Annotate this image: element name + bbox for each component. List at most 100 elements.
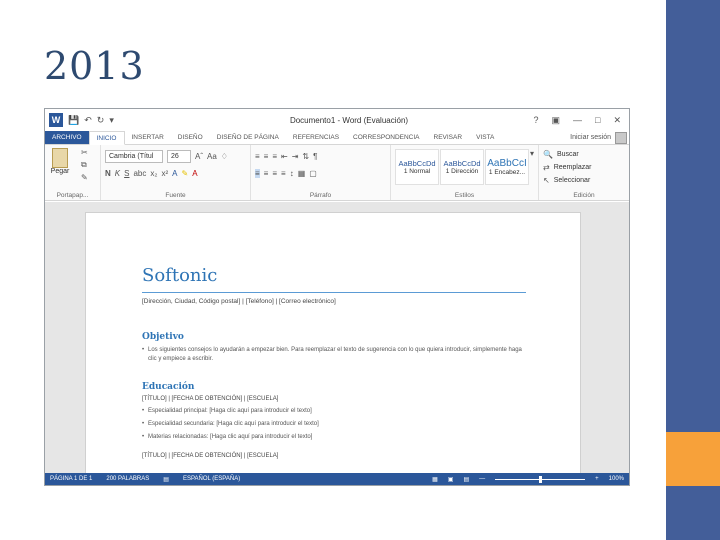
- avatar[interactable]: [615, 131, 627, 144]
- text-effects-icon[interactable]: A: [172, 169, 177, 178]
- grow-font-icon[interactable]: Aˆ: [195, 152, 203, 161]
- tab-vista[interactable]: VISTA: [469, 131, 501, 144]
- group-estilos: AaBbCcDd 1 Normal AaBbCcDd 1 Dirección A…: [391, 145, 539, 200]
- group-label-edicion: Edición: [573, 192, 595, 199]
- zoom-out-icon[interactable]: —: [479, 476, 485, 482]
- education-entry-2[interactable]: [TÍTULO] | [FECHA DE OBTENCIÓN] | [ESCUE…: [142, 453, 524, 460]
- word-count[interactable]: 200 PALABRAS: [106, 476, 149, 482]
- copy-icon[interactable]: ⧉: [81, 160, 88, 170]
- slide-title: 2013: [44, 44, 145, 88]
- list-item[interactable]: Materias relacionadas: [Haga clic aquí p…: [142, 433, 524, 442]
- style-direccion-sample: AaBbCcDd: [443, 159, 481, 168]
- multilevel-list-icon[interactable]: ≡: [272, 152, 277, 161]
- group-label-portapapeles: Portapap...: [56, 192, 89, 199]
- tab-archivo[interactable]: ARCHIVO: [45, 131, 89, 144]
- word-logo-icon[interactable]: W: [49, 113, 63, 127]
- replace-icon: ⇄: [543, 163, 550, 172]
- shading-icon[interactable]: ▦: [298, 169, 306, 178]
- name-rule: [142, 292, 526, 293]
- buscar-button[interactable]: 🔍 Buscar: [543, 148, 625, 161]
- contact-line[interactable]: [Dirección, Ciudad, Código postal] | [Te…: [142, 298, 524, 305]
- underline-button[interactable]: S: [124, 169, 129, 178]
- paste-button[interactable]: Pegar: [49, 148, 71, 175]
- change-case-icon[interactable]: Aa: [207, 152, 217, 161]
- undo-icon[interactable]: ↶: [84, 115, 92, 126]
- line-spacing-icon[interactable]: ↕: [290, 169, 294, 178]
- sign-in[interactable]: Iniciar sesión: [570, 131, 629, 144]
- cut-icon[interactable]: ✂: [81, 148, 88, 157]
- redo-icon[interactable]: ↻: [97, 115, 105, 126]
- close-icon[interactable]: ✕: [613, 115, 621, 126]
- align-right-icon[interactable]: ≡: [272, 169, 277, 178]
- document-page[interactable]: Softonic [Dirección, Ciudad, Código post…: [85, 212, 581, 482]
- tab-correspondencia[interactable]: CORRESPONDENCIA: [346, 131, 426, 144]
- decrease-indent-icon[interactable]: ⇤: [281, 152, 288, 161]
- zoom-slider-thumb[interactable]: [539, 475, 543, 483]
- read-mode-icon[interactable]: ▦: [432, 476, 438, 483]
- page-count[interactable]: PÁGINA 1 DE 1: [50, 476, 92, 482]
- print-layout-icon[interactable]: ▣: [448, 476, 454, 483]
- objective-heading[interactable]: Objetivo: [142, 332, 524, 342]
- sort-icon[interactable]: ⇅: [302, 152, 309, 161]
- window-controls: ? ▣ — □ ✕: [529, 115, 625, 126]
- tab-diseno[interactable]: DISEÑO: [171, 131, 210, 144]
- list-item[interactable]: Especialidad secundaria: [Haga clic aquí…: [142, 420, 524, 429]
- minimize-icon[interactable]: —: [573, 115, 582, 126]
- bold-button[interactable]: N: [105, 169, 111, 178]
- style-normal-label: 1 Normal: [403, 168, 431, 175]
- help-icon[interactable]: ?: [533, 115, 538, 126]
- style-direccion[interactable]: AaBbCcDd 1 Dirección: [440, 149, 484, 185]
- web-layout-icon[interactable]: ▤: [463, 476, 469, 483]
- tab-inicio[interactable]: INICIO: [88, 131, 125, 145]
- font-name-select[interactable]: Cambria (Títul: [105, 150, 163, 163]
- accent-bar-bottom: [666, 486, 720, 540]
- tab-insertar[interactable]: INSERTAR: [125, 131, 171, 144]
- sign-in-label[interactable]: Iniciar sesión: [570, 134, 611, 141]
- title-bar: W 💾 ↶ ↻ ▾ Documento1 - Word (Evaluación)…: [45, 109, 629, 131]
- style-normal[interactable]: AaBbCcDd 1 Normal: [395, 149, 439, 185]
- font-color-icon[interactable]: A: [192, 169, 197, 178]
- language[interactable]: ESPAÑOL (ESPAÑA): [183, 476, 240, 482]
- bullets-icon[interactable]: ≡: [255, 152, 260, 161]
- justify-icon[interactable]: ≡: [281, 169, 286, 178]
- italic-button[interactable]: K: [115, 169, 120, 178]
- ribbon-display-icon[interactable]: ▣: [552, 115, 561, 126]
- align-center-icon[interactable]: ≡: [264, 169, 269, 178]
- subscript-icon[interactable]: x₂: [150, 169, 157, 178]
- tab-diseno-pagina[interactable]: DISEÑO DE PÁGINA: [210, 131, 286, 144]
- group-label-parrafo: Párrafo: [309, 192, 332, 199]
- tab-revisar[interactable]: REVISAR: [427, 131, 470, 144]
- format-painter-icon[interactable]: ✎: [81, 173, 88, 182]
- superscript-icon[interactable]: x²: [161, 169, 168, 178]
- customize-qat-icon[interactable]: ▾: [109, 115, 114, 126]
- save-icon[interactable]: 💾: [68, 115, 79, 126]
- tab-referencias[interactable]: REFERENCIAS: [286, 131, 346, 144]
- borders-icon[interactable]: ▢: [309, 169, 317, 178]
- proofing-icon[interactable]: ▤: [163, 476, 169, 483]
- seleccionar-button[interactable]: ↖ Seleccionar: [543, 174, 625, 187]
- style-normal-sample: AaBbCcDd: [398, 159, 436, 168]
- education-heading[interactable]: Educación: [142, 382, 524, 392]
- numbering-icon[interactable]: ≡: [264, 152, 269, 161]
- list-item[interactable]: Especialidad principal: [Haga clic aquí …: [142, 407, 524, 416]
- style-direccion-label: 1 Dirección: [445, 168, 479, 175]
- strikethrough-icon[interactable]: abc: [133, 169, 146, 178]
- quick-access-toolbar: W 💾 ↶ ↻ ▾: [49, 113, 169, 127]
- resume-name[interactable]: Softonic: [142, 265, 524, 286]
- style-encabezado[interactable]: AaBbCcI 1 Encabez...: [485, 149, 529, 185]
- zoom-in-icon[interactable]: +: [595, 476, 599, 482]
- group-label-estilos: Estilos: [454, 192, 475, 199]
- align-left-icon[interactable]: ≡: [255, 169, 260, 178]
- increase-indent-icon[interactable]: ⇥: [292, 152, 299, 161]
- show-marks-icon[interactable]: ¶: [313, 152, 317, 161]
- accent-bar-top: [666, 0, 720, 432]
- font-size-select[interactable]: 26: [167, 150, 191, 163]
- zoom-slider[interactable]: [495, 475, 586, 483]
- highlight-icon[interactable]: ✎: [182, 169, 189, 178]
- education-entry-1[interactable]: [TÍTULO] | [FECHA DE OBTENCIÓN] | [ESCUE…: [142, 396, 524, 403]
- reemplazar-button[interactable]: ⇄ Reemplazar: [543, 161, 625, 174]
- clear-format-icon[interactable]: ♢: [221, 152, 228, 161]
- objective-text[interactable]: Los siguientes consejos lo ayudarán a em…: [142, 346, 524, 364]
- zoom-level[interactable]: 100%: [609, 476, 624, 482]
- maximize-icon[interactable]: □: [595, 115, 600, 126]
